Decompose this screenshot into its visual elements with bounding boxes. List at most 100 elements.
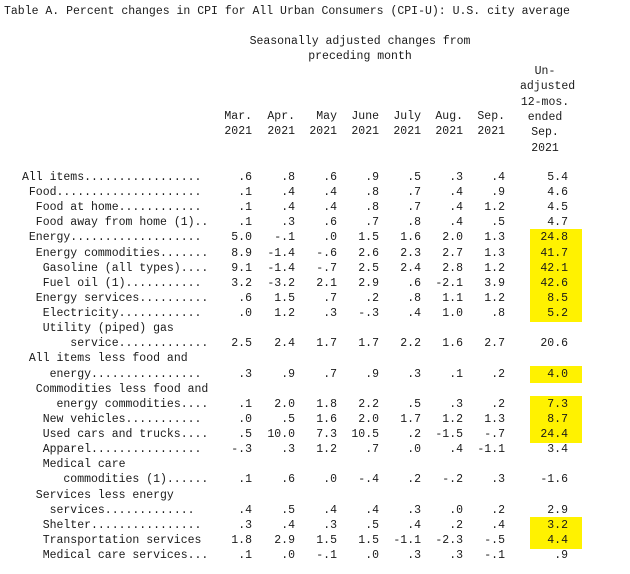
twelve-month-change-value: 24.4	[540, 428, 568, 442]
monthly-change-value: 2.0	[274, 397, 295, 411]
monthly-change-value: .3	[407, 367, 421, 381]
row-label: Commodities less food and	[35, 382, 209, 396]
monthly-change-value: 1.3	[484, 231, 505, 245]
monthly-change-value: -.6	[316, 246, 337, 260]
monthly-change-value: 1.8	[316, 397, 337, 411]
monthly-change-value: 10.5	[351, 428, 379, 442]
monthly-change-value: .4	[449, 443, 463, 457]
monthly-change-value: 1.5	[316, 533, 337, 547]
monthly-change-value: .7	[365, 216, 379, 230]
year-header: 2021	[224, 125, 252, 138]
monthly-change-value: .0	[323, 473, 337, 487]
monthly-change-value: .2	[407, 428, 421, 442]
monthly-change-value: 2.5	[231, 337, 252, 351]
monthly-change-value: 7.3	[316, 428, 337, 442]
monthly-change-value: 3.9	[484, 276, 505, 290]
row-label: Used cars and trucks....	[42, 428, 209, 442]
row-label: services.............	[49, 503, 195, 517]
monthly-change-value: 1.3	[484, 412, 505, 426]
year-header: 2021	[477, 125, 505, 138]
twelve-month-change-value: 8.5	[547, 291, 568, 305]
monthly-change-value: .2	[491, 367, 505, 381]
monthly-change-value: .0	[238, 307, 252, 321]
twelve-month-change-value: -1.6	[540, 473, 568, 487]
monthly-change-value: .3	[323, 307, 337, 321]
monthly-change-value: .4	[281, 201, 295, 215]
monthly-change-value: .7	[323, 367, 337, 381]
monthly-change-value: .9	[365, 171, 379, 184]
monthly-change-value: 1.7	[358, 337, 379, 351]
monthly-change-value: .1	[238, 549, 252, 562]
row-label: Food away from home (1)..	[35, 216, 209, 230]
unadjusted-header-line: Sep.	[531, 126, 559, 140]
monthly-change-value: -.1	[316, 549, 337, 562]
monthly-change-value: .7	[323, 291, 337, 305]
month-header: Sep.	[477, 110, 505, 123]
monthly-change-value: .6	[281, 473, 295, 487]
monthly-change-value: .3	[449, 397, 463, 411]
monthly-change-value: .0	[365, 549, 379, 562]
monthly-change-value: .4	[365, 503, 379, 517]
monthly-change-value: .4	[238, 503, 252, 517]
monthly-change-value: 1.6	[316, 412, 337, 426]
monthly-change-value: .4	[407, 518, 421, 532]
twelve-month-change-value: 42.1	[540, 261, 568, 275]
unadjusted-header-line: 12-mos.	[520, 95, 570, 109]
monthly-change-value: 10.0	[267, 428, 295, 442]
monthly-change-value: .1	[238, 186, 252, 200]
monthly-change-value: 1.2	[442, 412, 463, 426]
row-label: Services less energy	[35, 488, 174, 502]
row-label: Gasoline (all types)....	[42, 261, 209, 275]
row-label: Energy services..........	[35, 291, 209, 305]
twelve-month-change-value: 4.4	[547, 533, 568, 547]
twelve-month-change-value: 3.2	[547, 518, 568, 532]
unadjusted-header-line: adjusted	[520, 80, 576, 94]
monthly-change-value: .2	[491, 503, 505, 517]
monthly-change-value: 2.6	[358, 246, 379, 260]
monthly-change-value: 1.2	[316, 443, 337, 457]
monthly-change-value: .0	[323, 231, 337, 245]
monthly-change-value: .8	[281, 171, 295, 184]
monthly-change-value: .8	[365, 186, 379, 200]
monthly-change-value: 1.2	[484, 291, 505, 305]
monthly-change-value: 5.0	[231, 231, 252, 245]
monthly-change-value: 9.1	[231, 261, 252, 275]
monthly-change-value: 1.7	[316, 337, 337, 351]
row-label: Energy commodities.......	[35, 246, 209, 260]
monthly-change-value: 8.9	[231, 246, 252, 260]
twelve-month-change-value: 42.6	[540, 276, 568, 290]
row-label: Shelter................	[42, 518, 202, 532]
monthly-change-value: 1.2	[274, 307, 295, 321]
month-header: Aug.	[435, 110, 463, 123]
twelve-month-change-value: 4.7	[547, 216, 568, 230]
row-label: Medical care	[42, 458, 126, 472]
row-label: Fuel oil (1)...........	[42, 276, 202, 290]
monthly-change-value: .4	[323, 201, 337, 215]
monthly-change-value: -2.1	[435, 276, 463, 290]
monthly-change-value: 1.6	[400, 231, 421, 245]
monthly-change-value: 1.5	[358, 231, 379, 245]
monthly-change-value: 2.0	[442, 231, 463, 245]
monthly-change-value: -.5	[484, 533, 505, 547]
monthly-change-value: .8	[491, 307, 505, 321]
row-label: Apparel................	[42, 443, 202, 457]
twelve-month-change-value: 20.6	[540, 337, 568, 351]
monthly-change-value: .2	[365, 291, 379, 305]
monthly-change-value: .4	[449, 186, 463, 200]
monthly-change-value: .6	[238, 171, 252, 184]
monthly-change-value: .1	[238, 397, 252, 411]
monthly-change-value: .3	[238, 367, 252, 381]
monthly-change-value: 2.8	[442, 261, 463, 275]
monthly-change-value: 1.0	[442, 307, 463, 321]
monthly-change-value: .5	[281, 412, 295, 426]
monthly-change-value: 2.3	[400, 246, 421, 260]
monthly-change-value: 1.2	[484, 261, 505, 275]
monthly-change-value: 1.3	[484, 246, 505, 260]
row-label: service.............	[70, 337, 209, 351]
twelve-month-change-value: 2.9	[547, 503, 568, 517]
monthly-change-value: -.7	[484, 428, 505, 442]
monthly-change-value: .4	[281, 186, 295, 200]
monthly-change-value: .4	[491, 171, 505, 184]
unadjusted-header-line: ended	[527, 110, 563, 124]
monthly-change-value: -.7	[316, 261, 337, 275]
